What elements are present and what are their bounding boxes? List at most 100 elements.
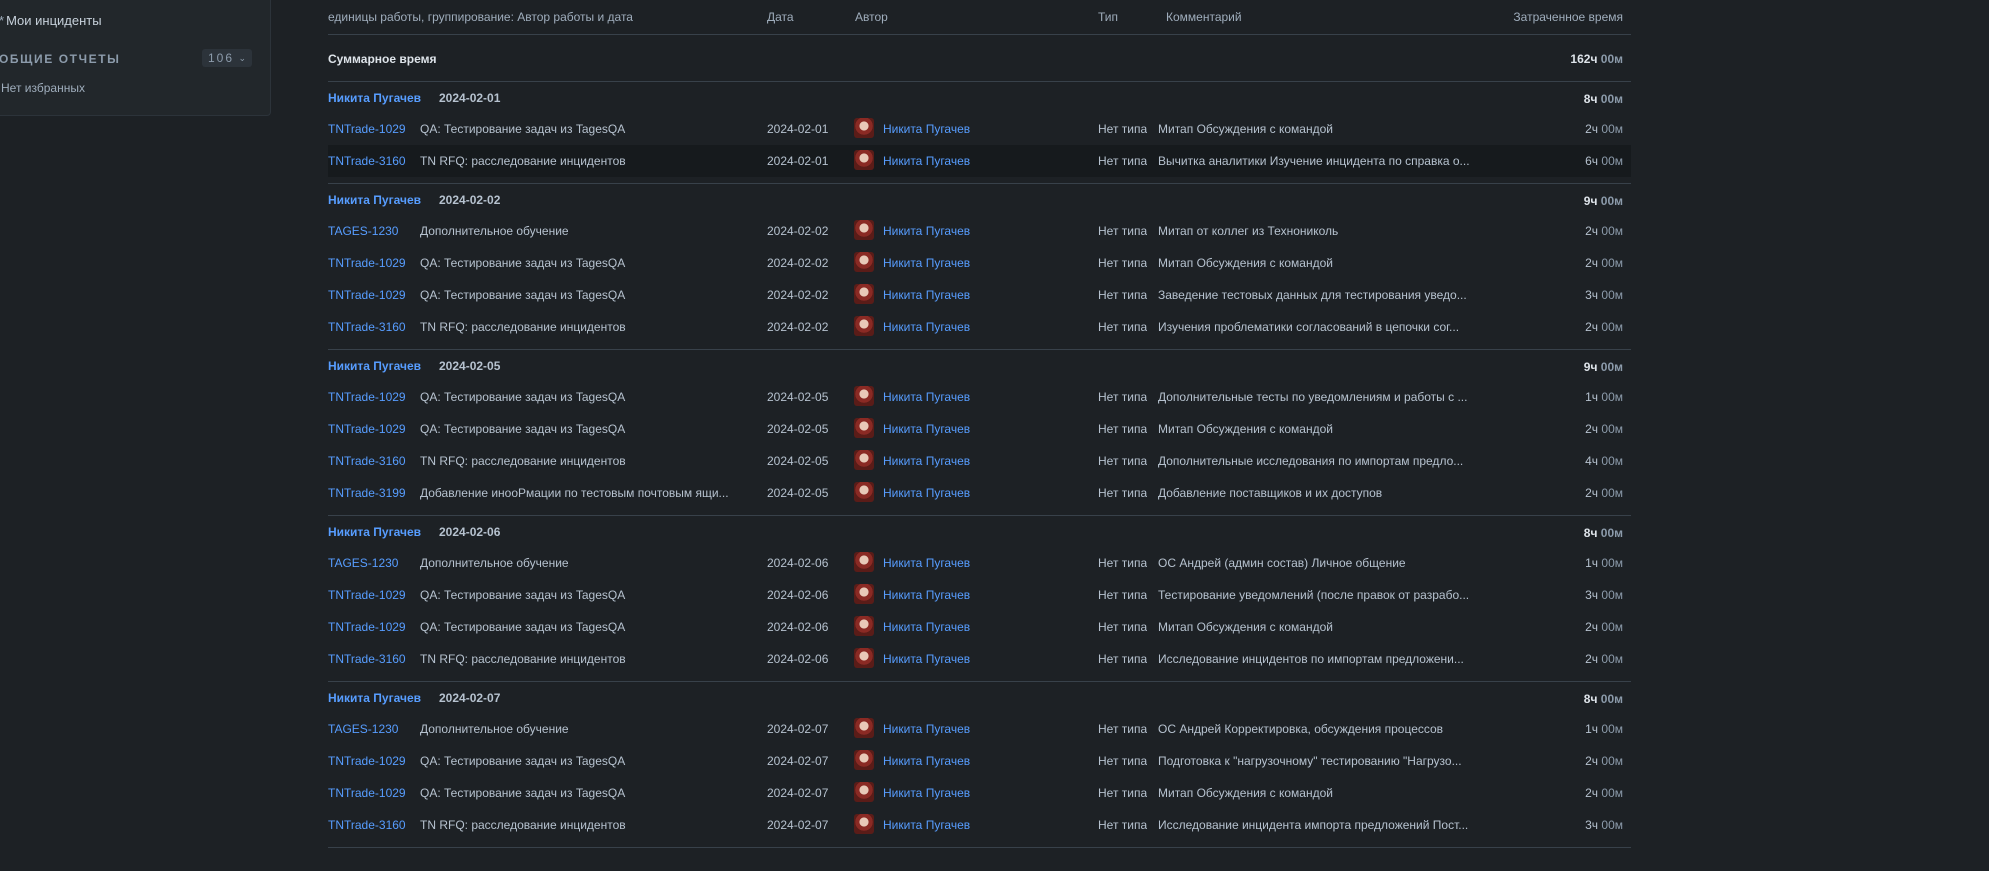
- worklog-date: 2024-02-05: [767, 390, 829, 404]
- header-date[interactable]: Дата: [767, 10, 794, 24]
- author-link[interactable]: Никита Пугачев: [883, 224, 970, 238]
- issue-key-link[interactable]: TNTrade-3160: [328, 154, 406, 168]
- issue-key-link[interactable]: TNTrade-1029: [328, 422, 406, 436]
- author-link[interactable]: Никита Пугачев: [883, 320, 970, 334]
- issue-key-link[interactable]: TNTrade-3160: [328, 454, 406, 468]
- issue-key-link[interactable]: TNTrade-1029: [328, 754, 406, 768]
- header-type[interactable]: Тип: [1098, 10, 1118, 24]
- author-link[interactable]: Никита Пугачев: [883, 652, 970, 666]
- table-row[interactable]: TNTrade-1029 QA: Тестирование задач из Ta…: [328, 413, 1631, 445]
- author-link[interactable]: Никита Пугачев: [883, 620, 970, 634]
- table-row[interactable]: TNTrade-3160 TN RFQ: расследование инциде…: [328, 643, 1631, 675]
- header-comment[interactable]: Комментарий: [1166, 10, 1242, 24]
- table-row[interactable]: TNTrade-1029 QA: Тестирование задач из Ta…: [328, 113, 1631, 145]
- issue-key-link[interactable]: TAGES-1230: [328, 224, 398, 238]
- issue-key-link[interactable]: TNTrade-1029: [328, 620, 406, 634]
- avatar: [854, 418, 874, 438]
- sidebar-panel: *Мои инциденты ОБЩИЕ ОТЧЕТЫ 106 ⌄ Нет из…: [0, 0, 271, 116]
- table-row[interactable]: TNTrade-1029 QA: Тестирование задач из Ta…: [328, 777, 1631, 809]
- worklog-date: 2024-02-07: [767, 818, 829, 832]
- table-row[interactable]: TNTrade-3160 TN RFQ: расследование инциде…: [328, 445, 1631, 477]
- issue-key-link[interactable]: TNTrade-1029: [328, 390, 406, 404]
- worklog-type: Нет типа: [1098, 154, 1148, 168]
- author-link[interactable]: Никита Пугачев: [883, 588, 970, 602]
- table-row[interactable]: TNTrade-3160 TN RFQ: расследование инциде…: [328, 809, 1631, 841]
- header-units[interactable]: единицы работы, группирование: Автор раб…: [328, 10, 633, 24]
- worklog-time: 2ч 00м: [1585, 320, 1623, 334]
- worklog-comment: Тестирование уведомлений (после правок о…: [1158, 588, 1470, 602]
- groups-container: Никита Пугачев 2024-02-01 8ч 00м TNTrade-10…: [328, 82, 1631, 848]
- author-link[interactable]: Никита Пугачев: [883, 786, 970, 800]
- issue-key-link[interactable]: TNTrade-1029: [328, 786, 406, 800]
- worklog-date: 2024-02-07: [767, 754, 829, 768]
- worklog-date: 2024-02-05: [767, 422, 829, 436]
- header-time-spent[interactable]: Затраченное время: [1513, 10, 1623, 24]
- worklog-comment: Дополнительные тесты по уведомлениям и р…: [1158, 390, 1468, 404]
- author-link[interactable]: Никита Пугачев: [883, 154, 970, 168]
- issue-key-link[interactable]: TNTrade-3199: [328, 486, 406, 500]
- author-link[interactable]: Никита Пугачев: [883, 122, 970, 136]
- avatar: [854, 648, 874, 668]
- author-link[interactable]: Никита Пугачев: [883, 486, 970, 500]
- issue-key-link[interactable]: TNTrade-1029: [328, 122, 406, 136]
- group-time: 8ч 00м: [1583, 692, 1623, 706]
- author-link[interactable]: Никита Пугачев: [883, 422, 970, 436]
- worklog-type: Нет типа: [1098, 588, 1148, 602]
- worklog-type: Нет типа: [1098, 556, 1148, 570]
- issue-key-link[interactable]: TNTrade-3160: [328, 652, 406, 666]
- table-row[interactable]: TNTrade-1029 QA: Тестирование задач из Ta…: [328, 579, 1631, 611]
- table-row[interactable]: TNTrade-3160 TN RFQ: расследование инциде…: [328, 145, 1631, 177]
- issue-summary: QA: Тестирование задач из TagesQA: [420, 754, 626, 768]
- worklog-time: 2ч 00м: [1585, 422, 1623, 436]
- issue-summary: QA: Тестирование задач из TagesQA: [420, 390, 626, 404]
- author-link[interactable]: Никита Пугачев: [883, 818, 970, 832]
- group-date: 2024-02-06: [439, 525, 501, 539]
- group-author-link[interactable]: Никита Пугачев: [328, 525, 421, 539]
- worklog-time: 1ч 00м: [1585, 556, 1623, 570]
- table-row[interactable]: TAGES-1230 Дополнительное обучение 2024-02…: [328, 547, 1631, 579]
- issue-key-link[interactable]: TAGES-1230: [328, 556, 398, 570]
- group-author-link[interactable]: Никита Пугачев: [328, 91, 421, 105]
- table-row[interactable]: TNTrade-1029 QA: Тестирование задач из Ta…: [328, 611, 1631, 643]
- issue-key-link[interactable]: TNTrade-1029: [328, 256, 406, 270]
- group-header: Никита Пугачев 2024-02-07 8ч 00м: [328, 682, 1631, 713]
- group-author-link[interactable]: Никита Пугачев: [328, 193, 421, 207]
- table-row[interactable]: TNTrade-1029 QA: Тестирование задач из Ta…: [328, 745, 1631, 777]
- table-row[interactable]: TAGES-1230 Дополнительное обучение 2024-02…: [328, 713, 1631, 745]
- avatar: [854, 220, 874, 240]
- issue-key-link[interactable]: TNTrade-3160: [328, 818, 406, 832]
- header-author[interactable]: Автор: [855, 10, 888, 24]
- section-count-dropdown[interactable]: 106 ⌄: [202, 49, 252, 67]
- group-author-link[interactable]: Никита Пугачев: [328, 359, 421, 373]
- issue-key-link[interactable]: TNTrade-3160: [328, 320, 406, 334]
- author-link[interactable]: Никита Пугачев: [883, 256, 970, 270]
- table-header: единицы работы, группирование: Автор раб…: [328, 0, 1631, 35]
- worklog-time: 2ч 00м: [1585, 224, 1623, 238]
- worklog-time: 2ч 00м: [1585, 256, 1623, 270]
- table-row[interactable]: TNTrade-1029 QA: Тестирование задач из Ta…: [328, 381, 1631, 413]
- table-row[interactable]: TNTrade-3199 Добавление инооРмации по тес…: [328, 477, 1631, 509]
- author-link[interactable]: Никита Пугачев: [883, 556, 970, 570]
- worklog-time: 3ч 00м: [1585, 818, 1623, 832]
- chevron-down-icon: ⌄: [238, 52, 246, 63]
- author-link[interactable]: Никита Пугачев: [883, 288, 970, 302]
- section-count: 106: [208, 51, 235, 65]
- worklog-type: Нет типа: [1098, 620, 1148, 634]
- author-link[interactable]: Никита Пугачев: [883, 754, 970, 768]
- worklog-comment: ОС Андрей (админ состав) Личное общение: [1158, 556, 1406, 570]
- table-row[interactable]: TNTrade-1029 QA: Тестирование задач из Ta…: [328, 247, 1631, 279]
- group-author-link[interactable]: Никита Пугачев: [328, 691, 421, 705]
- author-link[interactable]: Никита Пугачев: [883, 390, 970, 404]
- issue-key-link[interactable]: TAGES-1230: [328, 722, 398, 736]
- group-date: 2024-02-05: [439, 359, 501, 373]
- table-row[interactable]: TAGES-1230 Дополнительное обучение 2024-02…: [328, 215, 1631, 247]
- worklog-time: 2ч 00м: [1585, 486, 1623, 500]
- avatar: [854, 782, 874, 802]
- author-link[interactable]: Никита Пугачев: [883, 454, 970, 468]
- issue-key-link[interactable]: TNTrade-1029: [328, 288, 406, 302]
- table-row[interactable]: TNTrade-3160 TN RFQ: расследование инциде…: [328, 311, 1631, 343]
- sidebar-item-my-incidents[interactable]: *Мои инциденты: [0, 13, 102, 28]
- table-row[interactable]: TNTrade-1029 QA: Тестирование задач из Ta…: [328, 279, 1631, 311]
- issue-key-link[interactable]: TNTrade-1029: [328, 588, 406, 602]
- author-link[interactable]: Никита Пугачев: [883, 722, 970, 736]
